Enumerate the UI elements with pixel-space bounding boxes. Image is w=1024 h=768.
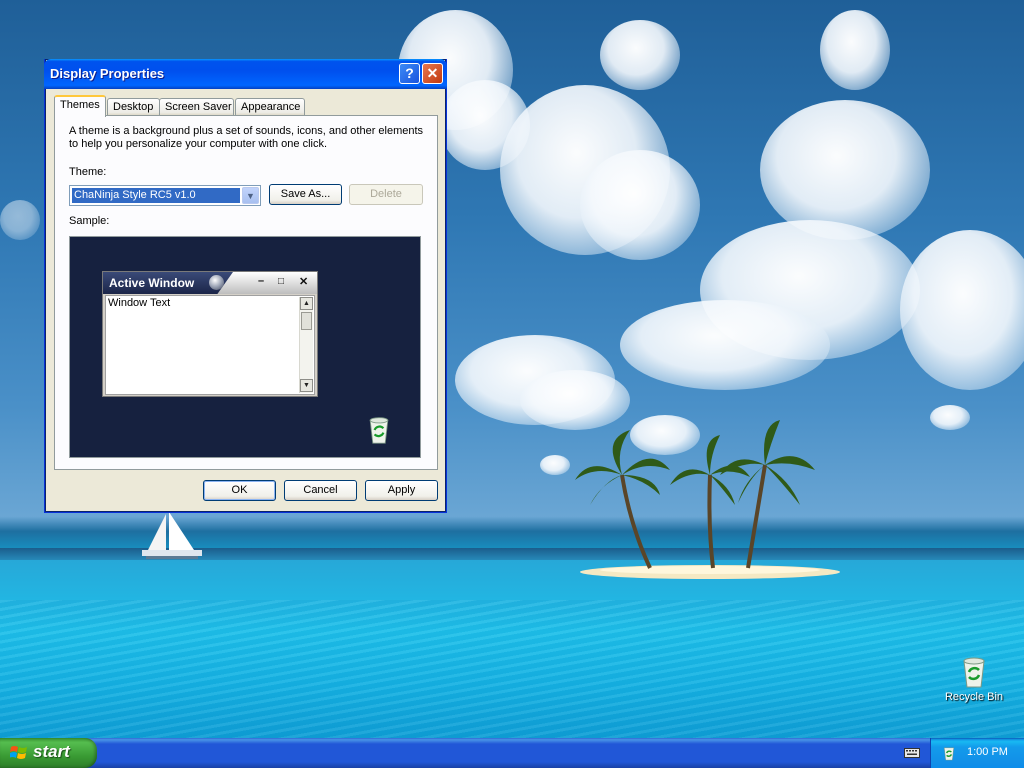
desktop-icon-recycle-bin[interactable]: Recycle Bin <box>936 655 1012 703</box>
palm-island-image <box>575 420 840 579</box>
sample-window-orb-icon <box>209 275 224 290</box>
display-properties-window[interactable]: Display Properties ? ✕ Themes Desktop Sc… <box>44 59 447 513</box>
sample-scroll-thumb <box>301 312 312 330</box>
sample-label: Sample: <box>69 215 110 227</box>
tab-desktop[interactable]: Desktop <box>107 98 160 116</box>
sample-window-client: Window Text ▲ ▼ <box>105 295 315 395</box>
sample-close-icon: ✕ <box>299 276 309 288</box>
window-titlebar[interactable]: Display Properties ? ✕ <box>44 59 447 89</box>
apply-button[interactable]: Apply <box>365 480 438 501</box>
taskbar[interactable]: start 1:00 PM <box>0 738 1024 768</box>
sample-scroll-down-icon: ▼ <box>300 379 313 392</box>
themes-description: A theme is a background plus a set of so… <box>69 125 424 150</box>
delete-button[interactable]: Delete <box>349 184 423 205</box>
sample-scroll-up-icon: ▲ <box>300 297 313 310</box>
system-tray: 1:00 PM <box>930 738 1024 768</box>
theme-select[interactable]: ChaNinja Style RC5 v1.0 ▼ <box>69 185 261 206</box>
theme-select-value: ChaNinja Style RC5 v1.0 <box>72 188 240 203</box>
tab-appearance[interactable]: Appearance <box>235 98 305 116</box>
help-button[interactable]: ? <box>399 63 420 84</box>
start-button[interactable]: start <box>0 738 97 768</box>
sea-ripple <box>0 600 1024 738</box>
sample-scrollbar: ▲ ▼ <box>299 297 313 393</box>
themes-panel: A theme is a background plus a set of so… <box>54 115 438 470</box>
sample-recycle-bin-icon <box>369 417 389 444</box>
tab-themes[interactable]: Themes <box>54 95 106 117</box>
start-label: start <box>33 742 70 761</box>
cancel-button[interactable]: Cancel <box>284 480 357 501</box>
sample-active-window: Active Window – □ ✕ Window Text ▲ ▼ <box>102 271 318 397</box>
sample-minimize-icon: – <box>258 275 265 287</box>
recycle-bin-icon <box>963 657 985 688</box>
sample-maximize-icon: □ <box>278 276 285 287</box>
sample-window-title: Active Window <box>109 276 195 290</box>
window-body: Themes Desktop Screen Saver Appearance A… <box>48 89 443 509</box>
theme-sample-preview: Active Window – □ ✕ Window Text ▲ ▼ <box>69 236 421 458</box>
tab-screen-saver[interactable]: Screen Saver <box>159 98 234 116</box>
close-button[interactable]: ✕ <box>422 63 443 84</box>
save-as-button[interactable]: Save As... <box>269 184 342 205</box>
theme-label: Theme: <box>69 166 107 178</box>
clock[interactable]: 1:00 PM <box>967 746 1008 758</box>
keyboard-icon[interactable] <box>904 747 920 759</box>
chevron-down-icon[interactable]: ▼ <box>242 187 259 204</box>
windows-logo-icon <box>10 746 27 759</box>
sample-window-titlebar: Active Window – □ ✕ <box>103 272 317 294</box>
desktop-icon-label: Recycle Bin <box>944 691 1004 703</box>
sailboat-image <box>142 512 202 559</box>
recycle-tray-icon[interactable] <box>941 745 957 761</box>
window-title: Display Properties <box>50 66 165 81</box>
sample-window-text: Window Text <box>108 297 171 309</box>
ok-button[interactable]: OK <box>203 480 276 501</box>
